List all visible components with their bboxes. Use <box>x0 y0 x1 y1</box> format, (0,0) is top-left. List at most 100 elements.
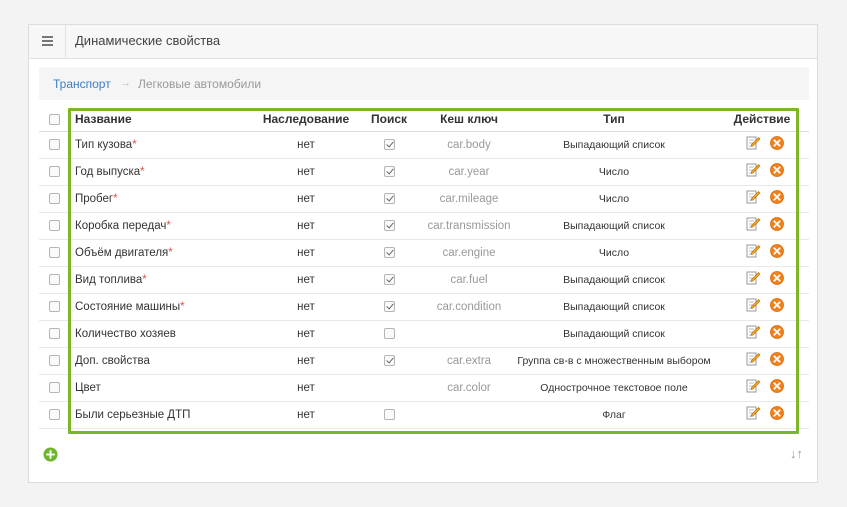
breadcrumb: Транспорт → Легковые автомобили <box>39 67 809 100</box>
property-name[interactable]: Доп. свойства <box>75 355 150 367</box>
cache-key-value: car.engine <box>425 239 513 267</box>
row-select-cell <box>39 185 69 213</box>
type-value: Число <box>513 185 715 213</box>
row-select-checkbox[interactable] <box>48 246 60 258</box>
column-header-cache-key[interactable]: Кеш ключ <box>425 107 513 132</box>
property-name[interactable]: Тип кузова <box>75 139 132 151</box>
delete-icon[interactable] <box>769 324 785 340</box>
edit-icon[interactable] <box>745 405 761 421</box>
row-select-checkbox[interactable] <box>48 408 60 420</box>
search-checkbox[interactable] <box>383 246 395 258</box>
menu-button[interactable] <box>29 25 66 58</box>
required-marker: * <box>113 192 118 205</box>
type-value: Однострочное текстовое поле <box>513 374 715 402</box>
cache-key-value: car.fuel <box>425 266 513 294</box>
edit-icon[interactable] <box>745 297 761 313</box>
required-marker: * <box>132 138 137 151</box>
property-name-cell: Доп. свойства <box>69 347 259 375</box>
required-marker: * <box>168 246 173 259</box>
column-header-search[interactable]: Поиск <box>353 107 425 132</box>
delete-icon[interactable] <box>769 378 785 394</box>
edit-icon[interactable] <box>745 270 761 286</box>
delete-icon[interactable] <box>769 135 785 151</box>
row-select-checkbox[interactable] <box>48 327 60 339</box>
select-all-cell <box>39 107 69 132</box>
search-checkbox[interactable] <box>383 219 395 231</box>
edit-icon[interactable] <box>745 243 761 259</box>
sort-button[interactable]: ↓↑ <box>790 446 803 461</box>
breadcrumb-link-parent[interactable]: Транспорт <box>53 77 111 91</box>
delete-icon[interactable] <box>769 243 785 259</box>
edit-icon[interactable] <box>745 216 761 232</box>
breadcrumb-current: Легковые автомобили <box>138 77 262 91</box>
search-checkbox[interactable] <box>383 300 395 312</box>
type-value: Группа св-в с множественным выбором <box>513 347 715 375</box>
property-name[interactable]: Пробег <box>75 193 113 205</box>
add-property-icon[interactable] <box>43 447 58 462</box>
hamburger-icon <box>42 36 53 46</box>
property-name-cell: Были серьезные ДТП <box>69 401 259 429</box>
delete-icon[interactable] <box>769 351 785 367</box>
search-cell <box>353 185 425 213</box>
row-select-checkbox[interactable] <box>48 300 60 312</box>
property-name[interactable]: Были серьезные ДТП <box>75 409 190 421</box>
delete-icon[interactable] <box>769 405 785 421</box>
property-name-cell: Объём двигателя* <box>69 239 259 267</box>
table-row: Вид топлива* нет car.fuel Выпадающий спи… <box>39 266 809 294</box>
property-name[interactable]: Количество хозяев <box>75 328 176 340</box>
property-name-cell: Цвет <box>69 374 259 402</box>
property-name-cell: Количество хозяев <box>69 320 259 348</box>
property-name-cell: Тип кузова* <box>69 131 259 159</box>
row-select-checkbox[interactable] <box>48 219 60 231</box>
actions-cell <box>715 185 809 213</box>
property-name[interactable]: Коробка передач <box>75 220 166 232</box>
type-value: Число <box>513 158 715 186</box>
inheritance-value: нет <box>259 266 353 294</box>
column-header-inheritance[interactable]: Наследование <box>259 107 353 132</box>
row-select-checkbox[interactable] <box>48 381 60 393</box>
edit-icon[interactable] <box>745 162 761 178</box>
cache-key-value: car.mileage <box>425 185 513 213</box>
search-checkbox[interactable] <box>383 192 395 204</box>
search-checkbox[interactable] <box>383 408 395 420</box>
column-header-name[interactable]: Название <box>69 107 259 132</box>
delete-icon[interactable] <box>769 216 785 232</box>
property-name[interactable]: Год выпуска <box>75 166 140 178</box>
property-name[interactable]: Вид топлива <box>75 274 142 286</box>
property-name[interactable]: Объём двигателя <box>75 247 168 259</box>
search-checkbox[interactable] <box>383 165 395 177</box>
column-header-type[interactable]: Тип <box>513 107 715 132</box>
delete-icon[interactable] <box>769 297 785 313</box>
edit-icon[interactable] <box>745 324 761 340</box>
search-checkbox[interactable] <box>383 273 395 285</box>
row-select-checkbox[interactable] <box>48 354 60 366</box>
edit-icon[interactable] <box>745 135 761 151</box>
delete-icon[interactable] <box>769 189 785 205</box>
panel-header: Динамические свойства <box>29 25 817 59</box>
edit-icon[interactable] <box>745 189 761 205</box>
delete-icon[interactable] <box>769 162 785 178</box>
properties-table: Название Наследование Поиск Кеш ключ Тип… <box>39 107 809 429</box>
cache-key-value: car.transmission <box>425 212 513 240</box>
row-select-checkbox[interactable] <box>48 138 60 150</box>
search-checkbox[interactable] <box>383 327 395 339</box>
property-name[interactable]: Цвет <box>75 382 101 394</box>
cache-key-value: car.body <box>425 131 513 159</box>
row-select-checkbox[interactable] <box>48 165 60 177</box>
delete-icon[interactable] <box>769 270 785 286</box>
search-checkbox[interactable] <box>383 354 395 366</box>
row-select-cell <box>39 293 69 321</box>
edit-icon[interactable] <box>745 351 761 367</box>
inheritance-value: нет <box>259 320 353 348</box>
property-name[interactable]: Состояние машины <box>75 301 180 313</box>
inheritance-value: нет <box>259 293 353 321</box>
row-select-checkbox[interactable] <box>48 192 60 204</box>
table-row: Тип кузова* нет car.body Выпадающий спис… <box>39 131 809 159</box>
search-checkbox[interactable] <box>383 138 395 150</box>
type-value: Выпадающий список <box>513 293 715 321</box>
row-select-checkbox[interactable] <box>48 273 60 285</box>
select-all-checkbox[interactable] <box>48 114 60 126</box>
type-value: Выпадающий список <box>513 131 715 159</box>
type-value: Число <box>513 239 715 267</box>
edit-icon[interactable] <box>745 378 761 394</box>
